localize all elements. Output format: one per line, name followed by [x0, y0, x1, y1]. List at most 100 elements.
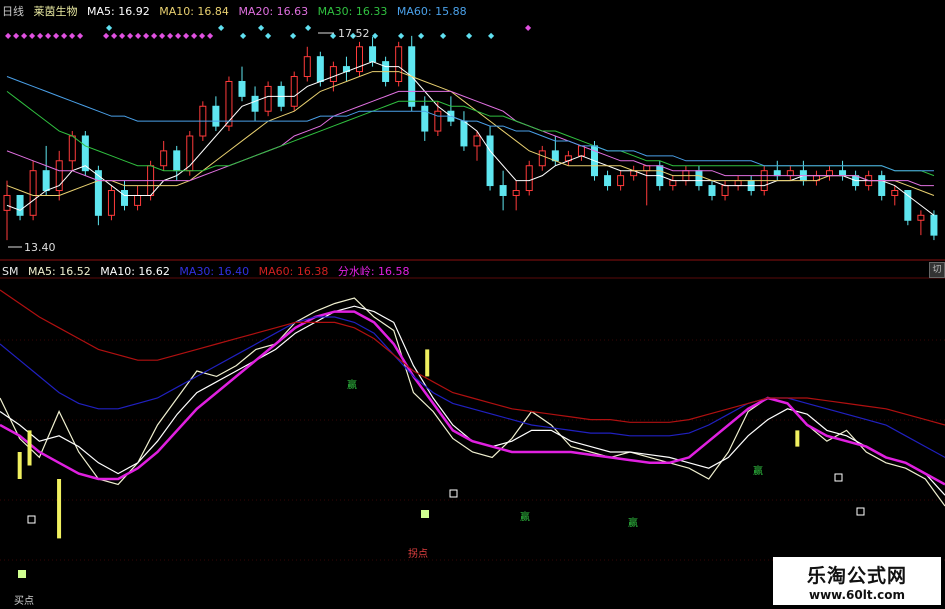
signal-label: 赢 [520, 510, 530, 523]
diamond-marker: ◆ [21, 31, 28, 40]
square-marker [421, 510, 429, 518]
diamond-marker: ◆ [466, 31, 473, 40]
diamond-marker: ◆ [525, 23, 532, 32]
candle-body [329, 66, 337, 82]
stock-name: 莱茵生物 [33, 5, 78, 18]
diamond-marker: ◆ [330, 31, 337, 40]
candle-body [721, 185, 729, 196]
signal-bar [425, 349, 430, 377]
signal-bar [795, 430, 800, 447]
signal-bar [17, 452, 22, 479]
candle-body [212, 105, 220, 127]
signal-label: 赢 [753, 464, 763, 477]
candle-body [839, 170, 847, 177]
signal-label: 赢 [628, 516, 638, 529]
square-marker [449, 489, 458, 498]
candle-body [499, 185, 507, 196]
high-price-label: 17.52 [338, 27, 370, 40]
diamond-marker: ◆ [111, 31, 118, 40]
signal-label: 赢 [347, 378, 357, 391]
candle-body [238, 80, 246, 97]
candle-body [473, 135, 481, 147]
candle-body [878, 175, 886, 196]
diamond-marker: ◆ [127, 31, 134, 40]
candle-body [617, 175, 625, 187]
candle-body [121, 190, 128, 206]
diamond-marker: ◆ [159, 31, 166, 40]
period-label[interactable]: 日线 [2, 5, 24, 18]
diamond-marker: ◆ [53, 31, 60, 40]
signal-label: 拐点 [408, 547, 428, 560]
sm-panel-header: SM MA5: 16.52 MA10: 16.62 MA30: 16.40 MA… [2, 263, 416, 279]
diamond-marker: ◆ [258, 23, 265, 32]
signal-bar [27, 430, 32, 466]
candlestick-series [3, 35, 938, 241]
candle-body [486, 135, 494, 187]
ma60-value: MA60: 15.88 [396, 5, 467, 18]
sm-indicator-lines [0, 289, 945, 539]
diamond-marker: ◆ [106, 23, 113, 32]
low-price-label: 13.40 [24, 241, 56, 254]
diamond-marker: ◆ [191, 31, 198, 40]
diamond-marker: ◆ [13, 31, 20, 40]
sm-ma30-value: MA30: 16.40 [179, 265, 250, 278]
candle-body [460, 120, 468, 147]
diamond-marker: ◆ [143, 31, 150, 40]
watershed-value: 分水岭: 16.58 [337, 265, 410, 278]
square-marker [18, 570, 26, 578]
candle-body [551, 150, 559, 162]
diamond-marker: ◆ [372, 31, 379, 40]
candle-body [107, 190, 115, 216]
sm-label[interactable]: SM [2, 265, 18, 278]
diamond-marker: ◆ [183, 31, 190, 40]
candle-body [42, 170, 50, 192]
diamond-marker: ◆ [240, 31, 247, 40]
diamond-marker: ◆ [175, 31, 182, 40]
sm-ma10-value: MA10: 16.62 [100, 265, 170, 278]
ma-line-ma60 [6, 76, 934, 172]
diamond-marker: ◆ [265, 31, 272, 40]
candle-body [303, 56, 311, 78]
ma20-value: MA20: 16.63 [238, 5, 309, 18]
signal-label: 买点 [14, 595, 34, 607]
diamond-marker: ◆ [45, 31, 52, 40]
watermark-title: 乐淘公式网 [806, 565, 907, 587]
candle-body [786, 170, 794, 177]
square-marker [27, 515, 36, 524]
price-panel-header: 日线 莱茵生物 MA5: 16.92 MA10: 16.84 MA20: 16.… [2, 3, 473, 19]
sm-line [0, 316, 945, 458]
candle-body [16, 194, 24, 216]
candle-body [577, 145, 585, 157]
candle-body [891, 190, 899, 196]
sm-line [0, 305, 945, 496]
candle-body [173, 150, 181, 172]
sm-line [0, 289, 945, 426]
panel-switch-button[interactable]: 切 [929, 262, 945, 278]
ma-line-ma20 [6, 90, 934, 187]
candle-body [316, 56, 324, 82]
square-marker [834, 473, 843, 482]
candle-body [525, 165, 533, 192]
diamond-marker: ◆ [199, 31, 206, 40]
candle-body [643, 165, 651, 172]
candle-body [68, 135, 76, 162]
candle-body [734, 180, 742, 187]
candle-body [917, 214, 925, 221]
diamond-marker: ◆ [440, 31, 447, 40]
sm-ma60-value: MA60: 16.38 [258, 265, 329, 278]
candle-body [369, 46, 377, 63]
candle-body [434, 110, 442, 132]
candle-body [3, 194, 11, 211]
ma-line-ma5 [6, 61, 935, 216]
candle-body [773, 170, 781, 177]
ma-line-ma10 [6, 71, 935, 196]
ma30-value: MA30: 16.33 [317, 5, 388, 18]
diamond-marker: ◆ [488, 31, 495, 40]
candle-body [669, 180, 677, 187]
diamond-marker: ◆ [398, 31, 405, 40]
candle-body [538, 150, 546, 167]
diamond-marker: ◆ [167, 31, 174, 40]
diamond-marker: ◆ [61, 31, 68, 40]
signal-markers: ◆ ◆ ◆ ◆ ◆ ◆ ◆ ◆ ◆ ◆ ◆ ◆ ◆ ◆ ◆ ◆ ◆ ◆ ◆ ◆ ◆ ◆ ◆ ◆ ◆ ◆ ◆ ◆ ◆ ◆ ◆ ◆ ◆ ◆ ◆◆ ◆ ◆ ◆ ◆… [5, 23, 865, 607]
candle-body [134, 194, 142, 206]
